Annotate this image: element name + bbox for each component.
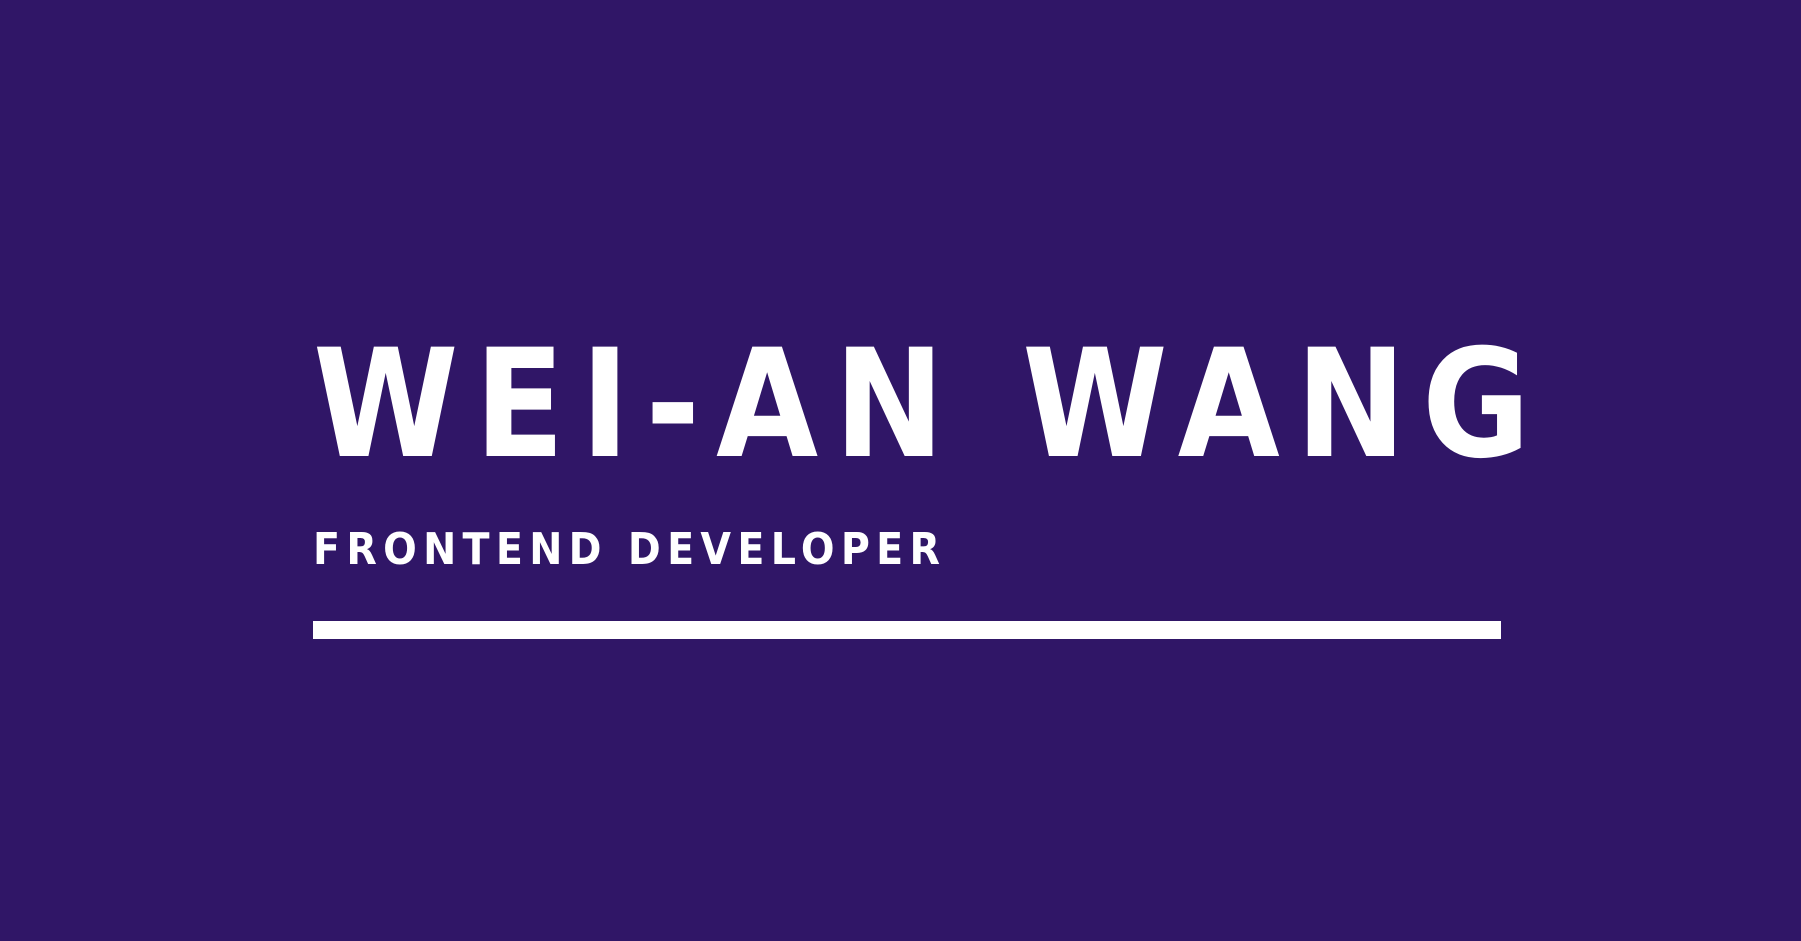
- title-card: WEI-AN WANG FRONTEND DEVELOPER: [0, 0, 1801, 941]
- hero-block: WEI-AN WANG FRONTEND DEVELOPER: [313, 330, 1530, 650]
- job-title: FRONTEND DEVELOPER: [313, 524, 947, 575]
- divider-rule: [313, 621, 1501, 639]
- person-name: WEI-AN WANG: [313, 318, 1547, 492]
